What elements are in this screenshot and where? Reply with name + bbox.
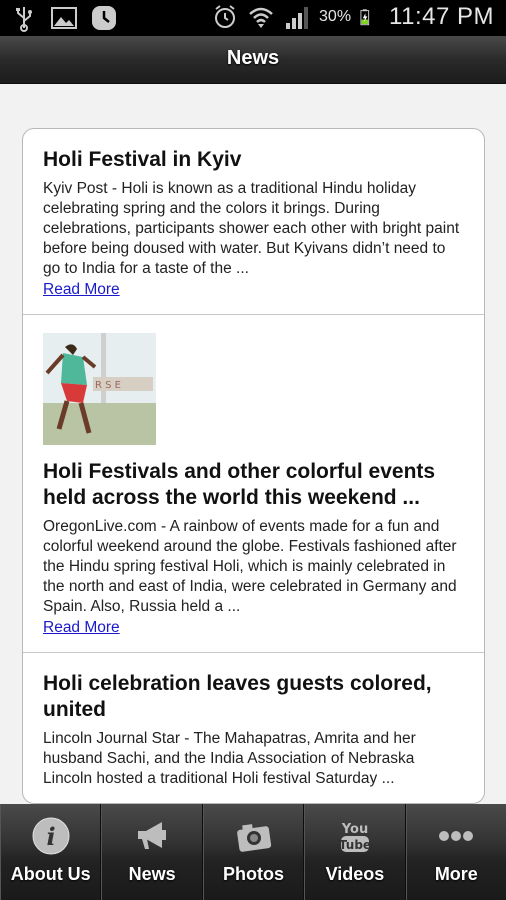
megaphone-icon (138, 822, 167, 849)
tab-photos[interactable]: Photos (202, 804, 305, 900)
news-title[interactable]: Holi celebration leaves guests colored, … (43, 671, 464, 723)
news-item[interactable]: R S E Holi Festivals and other colorful … (23, 315, 484, 653)
more-dots-icon (439, 831, 474, 841)
status-bar: 30% 11:47 PM (0, 0, 506, 36)
usb-icon (16, 7, 32, 32)
status-clock: 11:47 PM (389, 3, 494, 30)
tab-label: News (128, 864, 176, 884)
tab-label: Videos (325, 864, 385, 884)
youtube-icon: You Tube (339, 822, 371, 852)
news-item[interactable]: Holi Festival in Kyiv Kyiv Post - Holi i… (23, 129, 484, 315)
news-summary: Lincoln Journal Star - The Mahapatras, A… (43, 730, 416, 787)
news-summary: Kyiv Post - Holi is known as a tradition… (43, 180, 460, 277)
image-icon (51, 7, 77, 29)
page-title: News (226, 47, 280, 69)
svg-text:i: i (46, 822, 55, 851)
news-content[interactable]: Holi Festival in Kyiv Kyiv Post - Holi i… (0, 84, 506, 804)
svg-text:R S E: R S E (95, 380, 121, 391)
tab-more[interactable]: More (405, 804, 506, 900)
tab-label: More (434, 864, 478, 884)
tab-about-us[interactable]: i About Us (0, 804, 102, 900)
bottom-tab-bar: i About Us News Photos You Tube Videos M… (0, 804, 506, 900)
news-item[interactable]: Holi celebration leaves guests colored, … (23, 653, 484, 803)
info-icon: i (32, 817, 70, 855)
read-more-link[interactable]: Read More (43, 618, 120, 638)
title-bar: News (0, 36, 506, 84)
battery-percent: 30% (319, 8, 352, 25)
news-title[interactable]: Holi Festivals and other colorful events… (43, 459, 464, 511)
tab-label: About Us (10, 864, 91, 884)
camera-icon (236, 824, 271, 852)
clock-icon (92, 6, 116, 30)
news-list: Holi Festival in Kyiv Kyiv Post - Holi i… (22, 128, 485, 804)
read-more-link[interactable]: Read More (43, 280, 120, 300)
alarm-icon (215, 5, 236, 28)
news-thumbnail[interactable]: R S E (43, 333, 156, 445)
tab-news[interactable]: News (101, 804, 203, 900)
tab-label: Photos (223, 864, 285, 884)
svg-text:You: You (341, 822, 368, 837)
svg-text:Tube: Tube (339, 838, 371, 852)
signal-icon (286, 7, 309, 29)
tab-videos[interactable]: You Tube Videos (304, 804, 406, 900)
news-summary: OregonLive.com - A rainbow of events mad… (43, 518, 457, 615)
battery-charging-icon (360, 9, 370, 26)
news-title[interactable]: Holi Festival in Kyiv (43, 147, 464, 173)
wifi-icon (249, 7, 273, 28)
